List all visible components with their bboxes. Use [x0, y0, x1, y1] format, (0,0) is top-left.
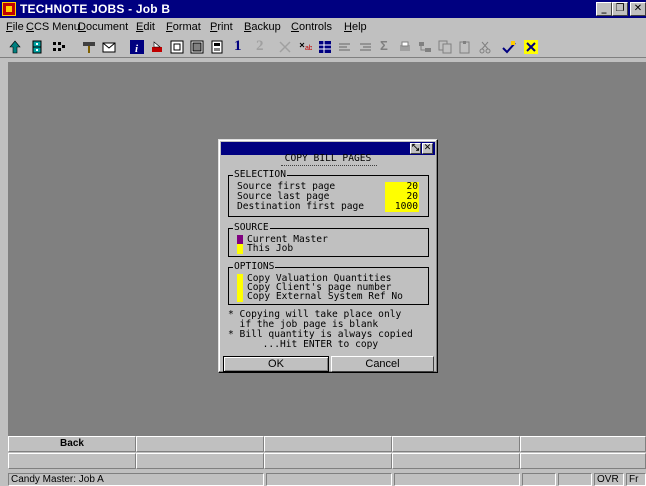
window-title: TECHNOTE JOBS - Job B: [20, 2, 171, 16]
menu-edit[interactable]: Edit: [136, 21, 155, 33]
dialog-title-underline: [281, 165, 377, 167]
title-bar: TECHNOTE JOBS - Job B _ ❐ ✕: [0, 0, 646, 18]
maximize-button[interactable]: ❐: [612, 2, 628, 16]
status-mode: OVR: [594, 473, 624, 486]
back-button[interactable]: Back: [8, 436, 136, 452]
menu-print[interactable]: Print: [210, 21, 233, 33]
paste-icon[interactable]: [458, 40, 472, 54]
status-panel-2: [266, 473, 392, 486]
options-group: OPTIONS Copy Valuation Quantities Copy C…: [228, 262, 429, 305]
menu-format[interactable]: Format: [166, 21, 201, 33]
close-button[interactable]: ✕: [630, 2, 646, 16]
menu-document[interactable]: Document: [78, 21, 128, 33]
cabinet-icon[interactable]: [30, 40, 44, 54]
function-key-10[interactable]: [520, 453, 646, 469]
this-job-radio[interactable]: [237, 244, 243, 254]
menu-help[interactable]: Help: [344, 21, 367, 33]
grid-icon[interactable]: [52, 40, 66, 54]
sheet-alt-icon[interactable]: [190, 40, 204, 54]
table-icon[interactable]: [318, 40, 332, 54]
function-key-6[interactable]: [8, 453, 136, 469]
sum-icon[interactable]: Σ: [380, 38, 388, 53]
function-key-5[interactable]: [520, 436, 646, 452]
sheet-icon[interactable]: [170, 40, 184, 54]
selection-legend: SELECTION: [233, 169, 287, 180]
status-master: Candy Master: Job A: [8, 473, 264, 486]
function-key-2[interactable]: [136, 436, 264, 452]
tree-icon[interactable]: [418, 40, 432, 54]
number-two-icon[interactable]: 2: [256, 38, 264, 54]
copy-icon[interactable]: [438, 40, 452, 54]
list-icon[interactable]: [338, 40, 352, 54]
menu-controls[interactable]: Controls: [291, 21, 332, 33]
star-icon[interactable]: [524, 40, 538, 54]
destination-first-page-input[interactable]: 1000: [385, 202, 419, 212]
hammer-icon[interactable]: [82, 40, 96, 54]
status-panel-4: [522, 473, 556, 486]
print-preview-icon[interactable]: [398, 40, 412, 54]
source-group: SOURCE Current Master This Job: [228, 223, 429, 257]
cross-icon[interactable]: [278, 40, 292, 54]
dialog-resize-button[interactable]: ⤡: [410, 143, 421, 154]
destination-first-page-label: Destination first page: [237, 201, 365, 212]
check-icon[interactable]: [502, 40, 516, 54]
copy-external-system-ref-option[interactable]: Copy External System Ref No: [247, 292, 403, 302]
this-job-label[interactable]: This Job: [247, 244, 293, 254]
sparkle-icon[interactable]: ab: [298, 40, 312, 54]
toolbar: i 1 2 ab Σ: [0, 36, 646, 58]
options-legend: OPTIONS: [233, 261, 276, 272]
status-panel-3: [394, 473, 520, 486]
app-icon[interactable]: [2, 2, 16, 16]
menu-backup[interactable]: Backup: [244, 21, 281, 33]
copy-bill-pages-dialog: ⤡ ✕ COPY BILL PAGES SELECTION Source fir…: [218, 139, 438, 373]
svg-text:ab: ab: [305, 45, 312, 52]
menu-file[interactable]: File: [6, 21, 24, 33]
status-panel-5: [558, 473, 592, 486]
mail-icon[interactable]: [102, 40, 116, 54]
cancel-button[interactable]: Cancel: [331, 356, 434, 372]
number-one-icon[interactable]: 1: [234, 38, 242, 54]
selection-group: SELECTION Source first page 20 Source la…: [228, 170, 429, 217]
function-key-9[interactable]: [392, 453, 520, 469]
ok-button[interactable]: OK: [223, 356, 329, 372]
menu-bar: File CCS Menu Document Edit Format Print…: [0, 18, 646, 36]
note-line-4: ...Hit ENTER to copy: [228, 339, 379, 350]
list-alt-icon[interactable]: [358, 40, 372, 54]
function-key-7[interactable]: [136, 453, 264, 469]
menu-ccs[interactable]: CCS Menu: [26, 21, 80, 33]
function-key-4[interactable]: [392, 436, 520, 452]
info-icon[interactable]: i: [130, 40, 144, 54]
dialog-close-button[interactable]: ✕: [422, 143, 433, 154]
status-bar: Candy Master: Job A OVR Fr: [0, 472, 646, 486]
function-key-8[interactable]: [264, 453, 392, 469]
status-extra: Fr: [626, 473, 646, 486]
printer-icon[interactable]: [150, 40, 164, 54]
arrow-up-icon[interactable]: [8, 40, 22, 54]
calculator-icon[interactable]: [210, 40, 224, 54]
source-legend: SOURCE: [233, 222, 270, 233]
options-checkbox-column[interactable]: [237, 274, 243, 302]
scissors-icon[interactable]: [478, 40, 492, 54]
dialog-title: COPY BILL PAGES: [284, 153, 372, 164]
function-key-3[interactable]: [264, 436, 392, 452]
minimize-button[interactable]: _: [596, 2, 612, 16]
